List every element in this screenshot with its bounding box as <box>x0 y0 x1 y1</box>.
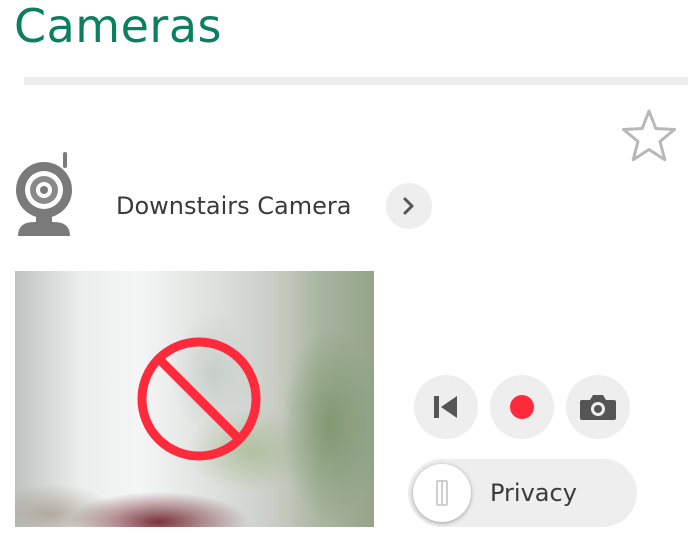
toggle-knob[interactable] <box>413 464 471 522</box>
grip-icon <box>436 480 448 506</box>
camera-snapshot-icon <box>580 395 616 420</box>
record-button[interactable] <box>490 375 554 439</box>
skip-back-icon <box>434 396 457 418</box>
camera-name[interactable]: Downstairs Camera <box>116 190 351 222</box>
privacy-label: Privacy <box>490 479 577 507</box>
chevron-right-icon <box>403 197 414 215</box>
blocked-icon <box>137 337 261 461</box>
privacy-toggle[interactable]: Privacy <box>408 459 637 527</box>
divider <box>24 77 688 85</box>
record-icon <box>510 395 534 419</box>
camera-device-icon <box>14 150 82 238</box>
snapshot-button[interactable] <box>566 375 630 439</box>
page-title: Cameras <box>14 0 222 53</box>
favorite-star-icon[interactable] <box>620 108 678 166</box>
camera-preview[interactable] <box>15 271 374 527</box>
open-camera-button[interactable] <box>386 183 432 229</box>
skip-back-button[interactable] <box>414 375 478 439</box>
